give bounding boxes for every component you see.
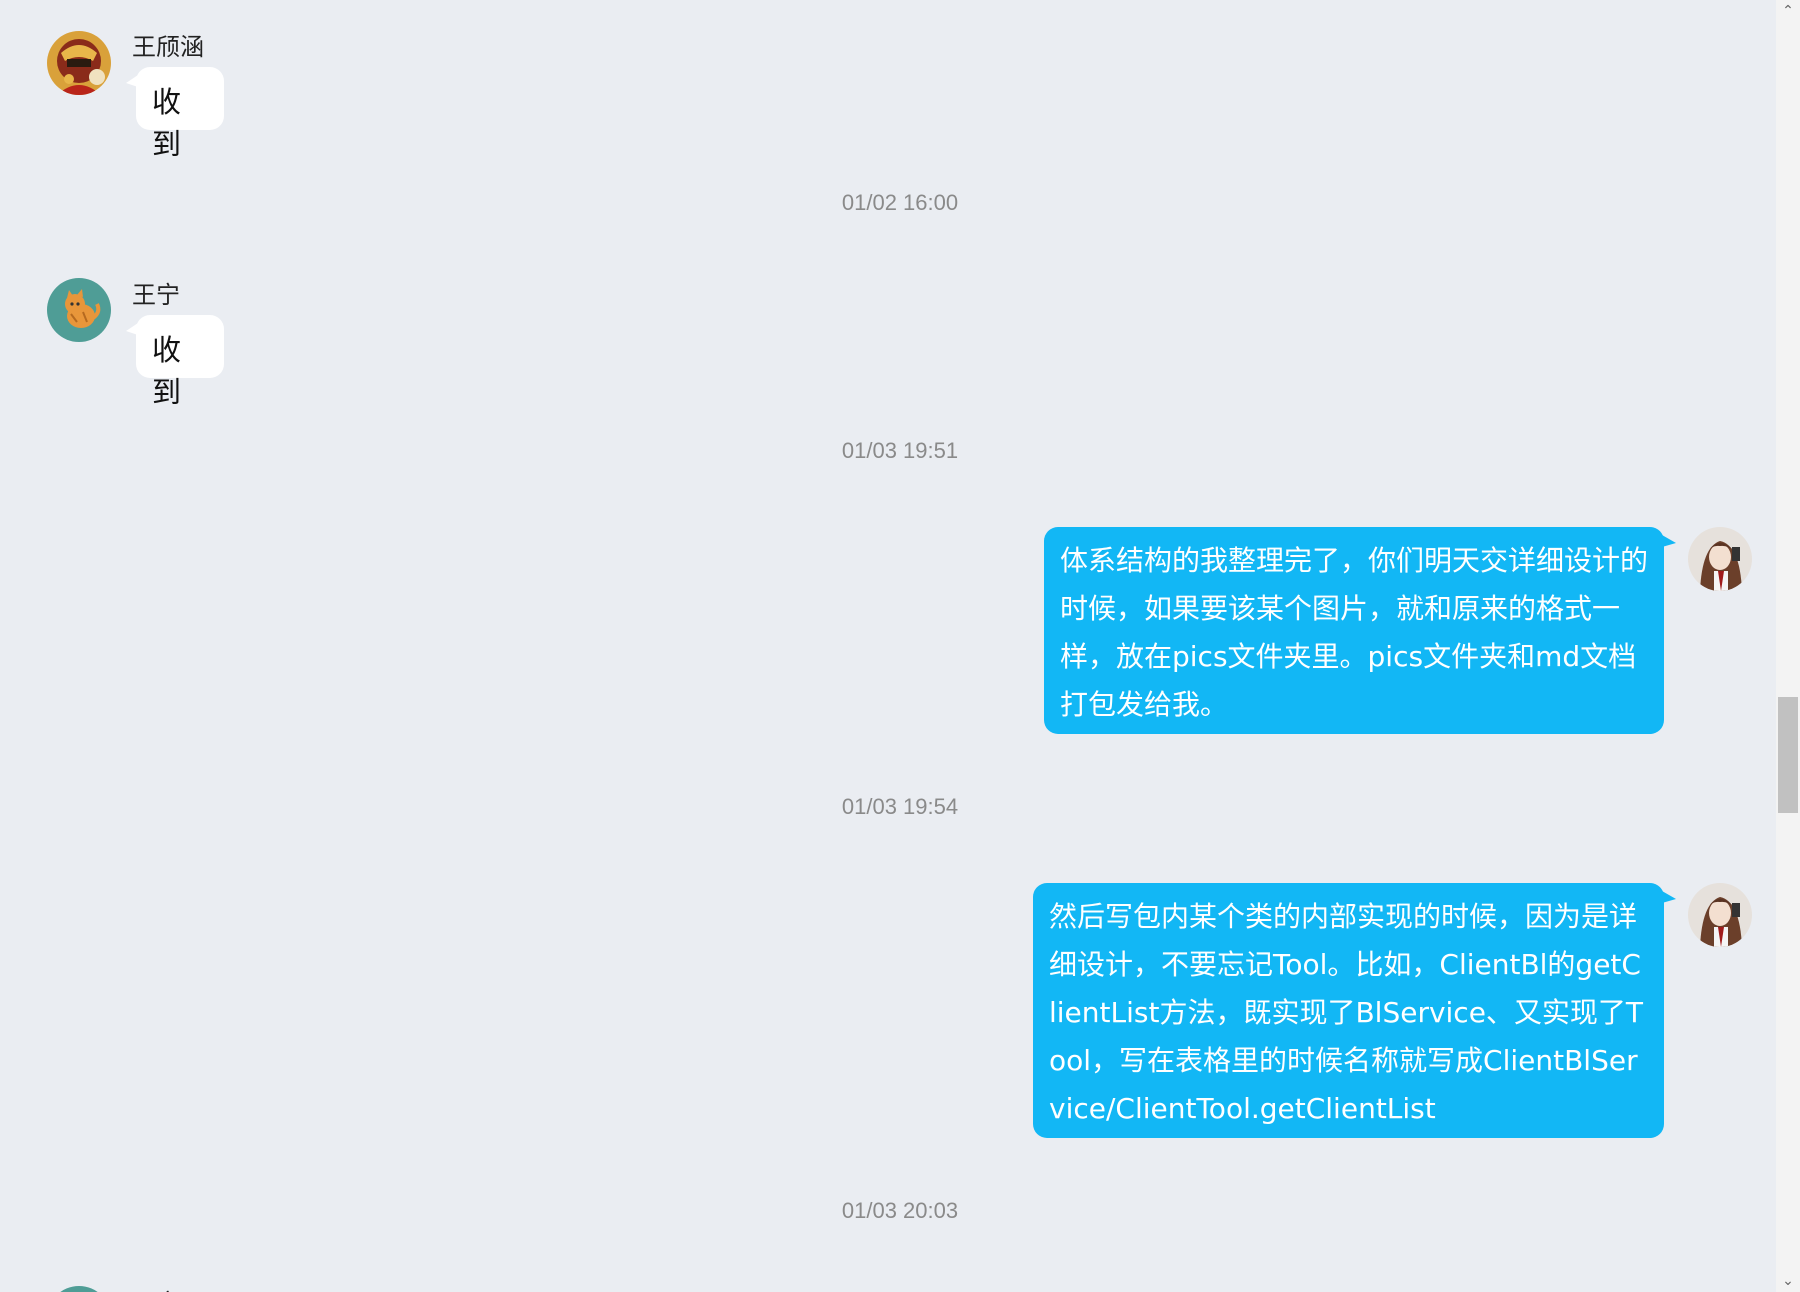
message-text: 体系结构的我整理完了，你们明天交详细设计的时候，如果要该某个图片，就和原来的格式…: [1060, 544, 1649, 721]
message-bubble[interactable]: 体系结构的我整理完了，你们明天交详细设计的时候，如果要该某个图片，就和原来的格式…: [1044, 527, 1676, 734]
timestamp: 01/03 19:51: [841, 438, 959, 463]
message-bubble[interactable]: 收到: [126, 67, 224, 161]
ironman-avatar-icon: [47, 31, 111, 95]
sender-name: 王颀涵: [132, 33, 204, 61]
message-text: 收到: [152, 85, 182, 161]
sender-name: 王宁: [132, 1283, 180, 1292]
self-avatar-icon: [1688, 527, 1752, 591]
cat-avatar-icon: [47, 1286, 111, 1292]
timestamp: 01/03 19:54: [841, 794, 959, 819]
sender-name: 王宁: [132, 281, 180, 309]
avatar[interactable]: [47, 1286, 111, 1292]
message-text: 然后写包内某个类的内部实现的时候，因为是详细设计，不要忘记Tool。比如，Cli…: [1049, 900, 1644, 1125]
message-bubble[interactable]: 收到: [126, 315, 224, 409]
avatar[interactable]: [1688, 527, 1752, 591]
message-bubble[interactable]: 然后写包内某个类的内部实现的时候，因为是详细设计，不要忘记Tool。比如，Cli…: [1033, 883, 1676, 1138]
scrollbar-thumb[interactable]: [1778, 697, 1798, 813]
cat-avatar-icon: [47, 278, 111, 342]
self-avatar-icon: [1688, 883, 1752, 947]
message-text: 收到: [152, 333, 182, 409]
chat-message-list[interactable]: 王颀涵 收到 01/02 16:00 王宁 收到 01/03 19:51 体系结…: [0, 0, 1776, 1292]
vertical-scrollbar[interactable]: ⌃ ⌄: [1776, 0, 1800, 1292]
avatar[interactable]: [47, 31, 111, 95]
timestamp: 01/03 20:03: [841, 1198, 959, 1223]
scroll-down-arrow-icon[interactable]: ⌄: [1776, 1270, 1800, 1292]
avatar[interactable]: [1688, 883, 1752, 947]
avatar[interactable]: [47, 278, 111, 342]
timestamp: 01/02 16:00: [841, 190, 959, 215]
scroll-up-arrow-icon[interactable]: ⌃: [1776, 0, 1800, 22]
